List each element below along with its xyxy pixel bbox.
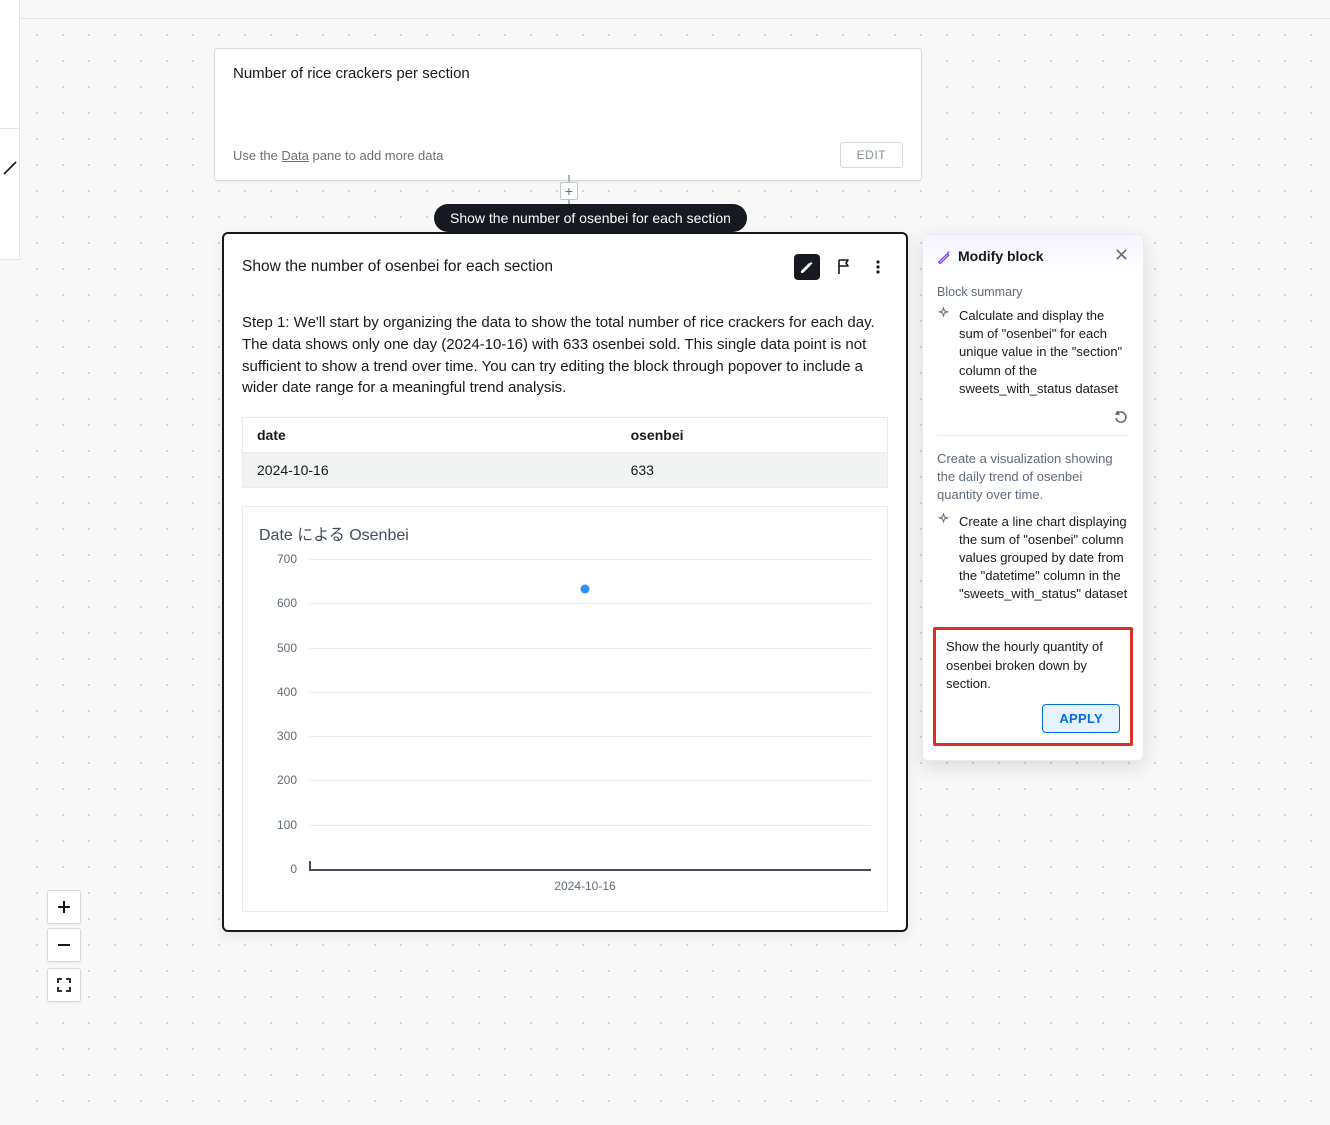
step-description: Step 1: We'll start by organizing the da… bbox=[242, 312, 888, 399]
scatter-plot[interactable]: 01002003004005006007002024-10-16 bbox=[259, 559, 871, 895]
data-pane-hint: Use the Data pane to add more data bbox=[233, 148, 443, 163]
y-tick-label: 400 bbox=[259, 685, 297, 699]
x-tick-label: 2024-10-16 bbox=[554, 879, 615, 893]
story-input-card: Number of rice crackers per section Use … bbox=[214, 48, 922, 181]
left-gutter bbox=[0, 0, 20, 260]
data-table: date osenbei 2024-10-16 633 bbox=[242, 417, 888, 488]
table-row: 2024-10-16 633 bbox=[243, 453, 888, 488]
table-header: date bbox=[243, 418, 617, 453]
zoom-out-button[interactable] bbox=[47, 928, 81, 962]
block-title: Show the number of osenbei for each sect… bbox=[242, 258, 553, 276]
collapse-icon bbox=[2, 160, 18, 176]
panel-title: Modify block bbox=[958, 248, 1044, 264]
sub-description: Create a visualization showing the daily… bbox=[937, 450, 1129, 505]
table-cell: 633 bbox=[617, 453, 888, 488]
summary-text: Create a line chart displaying the sum o… bbox=[959, 513, 1129, 604]
connector-line bbox=[568, 175, 570, 182]
fullscreen-button[interactable] bbox=[47, 968, 81, 1002]
sparkle-icon bbox=[937, 513, 951, 604]
block-tooltip: Show the number of osenbei for each sect… bbox=[434, 204, 747, 232]
y-tick-label: 600 bbox=[259, 596, 297, 610]
chart-title: Date による Osenbei bbox=[259, 521, 871, 545]
summary-item: Create a line chart displaying the sum o… bbox=[937, 513, 1129, 604]
flag-button[interactable] bbox=[834, 257, 854, 277]
y-tick-label: 100 bbox=[259, 818, 297, 832]
edit-button[interactable]: EDIT bbox=[840, 142, 903, 168]
pencil-spark-icon bbox=[799, 259, 815, 275]
prompt-input[interactable]: Show the hourly quantity of osenbei brok… bbox=[946, 638, 1120, 696]
modify-block-panel: Modify block Block summary Calculate and… bbox=[922, 234, 1144, 761]
y-tick-label: 200 bbox=[259, 773, 297, 787]
fullscreen-icon bbox=[56, 977, 72, 993]
flag-icon bbox=[835, 258, 853, 276]
story-caption[interactable]: Number of rice crackers per section bbox=[233, 65, 903, 82]
zoom-in-button[interactable] bbox=[47, 890, 81, 924]
y-tick-label: 500 bbox=[259, 641, 297, 655]
wand-icon bbox=[937, 249, 952, 264]
analysis-block: Show the number of osenbei for each sect… bbox=[222, 232, 908, 932]
close-button[interactable] bbox=[1114, 247, 1129, 265]
y-tick-label: 700 bbox=[259, 552, 297, 566]
add-block-button-top[interactable]: + bbox=[560, 182, 578, 200]
close-icon bbox=[1114, 247, 1129, 262]
sparkle-icon bbox=[937, 307, 951, 398]
edit-block-button[interactable] bbox=[794, 254, 820, 280]
apply-button[interactable]: APPLY bbox=[1042, 704, 1120, 733]
summary-item: Calculate and display the sum of "osenbe… bbox=[937, 307, 1129, 398]
section-label: Block summary bbox=[937, 285, 1129, 299]
undo-button[interactable] bbox=[1113, 408, 1129, 427]
table-header: osenbei bbox=[617, 418, 888, 453]
plus-icon bbox=[56, 899, 72, 915]
chart-container: Date による Osenbei 0 100 200 300 400 500 600 700 2… bbox=[242, 506, 888, 912]
undo-icon bbox=[1113, 408, 1129, 424]
minus-icon bbox=[56, 937, 72, 953]
kebab-icon bbox=[870, 259, 886, 275]
divider bbox=[937, 435, 1129, 436]
prompt-highlight: Show the hourly quantity of osenbei brok… bbox=[933, 627, 1133, 746]
summary-text: Calculate and display the sum of "osenbe… bbox=[959, 307, 1129, 398]
y-tick-label: 0 bbox=[259, 862, 297, 876]
y-tick-label: 300 bbox=[259, 729, 297, 743]
top-divider bbox=[20, 18, 1330, 19]
more-menu-button[interactable] bbox=[868, 257, 888, 277]
table-cell: 2024-10-16 bbox=[243, 453, 617, 488]
chart-point[interactable] bbox=[581, 584, 590, 593]
data-link[interactable]: Data bbox=[281, 148, 308, 163]
